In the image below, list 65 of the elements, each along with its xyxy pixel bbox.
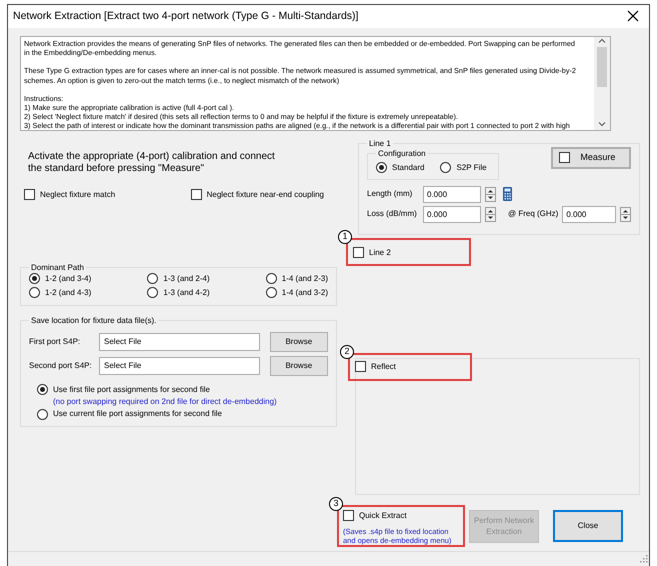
radio-label: 1-2 (and 4-3) [45, 286, 92, 299]
field-label: Length (mm) [367, 188, 414, 200]
spinner-button[interactable] [485, 206, 496, 222]
radio-button[interactable] [376, 162, 387, 174]
measure-button[interactable]: Measure [551, 146, 632, 169]
radio-label: Use first file port assignments for second file [53, 384, 210, 396]
file-path-field[interactable]: Select File [99, 356, 260, 375]
checkbox[interactable] [353, 247, 364, 258]
field-label: @ Freq (GHz) [508, 208, 558, 220]
radio-button[interactable] [147, 273, 158, 284]
field-label: Loss (dB/mm) [367, 208, 418, 220]
radio-label: 1-4 (and 2-3) [282, 272, 328, 285]
radio-label: S2P File [456, 162, 487, 174]
checkbox[interactable] [355, 361, 366, 372]
group-label: Dominant Path [30, 262, 85, 273]
checkbox[interactable] [343, 510, 354, 522]
group-label: Save location for fixture data file(s). [30, 316, 158, 326]
radio-label: Standard [392, 162, 424, 174]
radio-label: 1-4 (and 3-2) [282, 286, 328, 299]
checkbox[interactable] [559, 152, 570, 164]
instruction-text: Activate the appropriate (4-port) calibration and connect the standard before pressing "Measure" [28, 150, 276, 175]
resize-grip-icon[interactable] [640, 554, 648, 563]
radio-button[interactable] [37, 408, 48, 420]
checkbox[interactable] [190, 189, 202, 200]
radio-button[interactable] [29, 287, 40, 298]
checkbox-label: Reflect [371, 360, 396, 373]
radio-label: 1-3 (and 4-2) [163, 286, 210, 299]
radio-label: Use current file port assignments for second file [53, 408, 222, 420]
callout-number: 1 [338, 230, 352, 244]
scrollbar[interactable] [594, 36, 610, 130]
radio-button[interactable] [266, 273, 277, 284]
field-label: First port S4P: [29, 336, 82, 348]
scroll-down-icon[interactable] [598, 120, 606, 128]
window-title: Network Extraction [Extract two 4-port network (Type G - Multi-Standards)] [13, 8, 358, 24]
spinner-button[interactable] [485, 186, 496, 202]
checkbox-label: Neglect fixture near-end coupling [206, 188, 324, 201]
radio-button[interactable] [440, 162, 452, 174]
close-icon[interactable] [627, 10, 639, 22]
radio-button[interactable] [37, 384, 48, 396]
number-field[interactable]: 0.000 [423, 186, 481, 203]
radio-button[interactable] [29, 273, 40, 284]
field-label: Second port S4P: [29, 360, 93, 372]
close-button[interactable]: Close [553, 510, 623, 542]
browse-button[interactable]: Browse [270, 356, 328, 376]
scroll-up-icon[interactable] [598, 36, 606, 45]
scroll-thumb[interactable] [597, 46, 607, 87]
callout-number: 2 [340, 344, 354, 359]
radio-label: 1-3 (and 2-4) [163, 272, 210, 285]
checkbox-label: Neglect fixture match [40, 188, 116, 201]
browse-button[interactable]: Browse [270, 332, 328, 352]
checkbox-label: Quick Extract [359, 510, 407, 522]
note-text: (no port swapping required on 2nd file for direct de-embedding) [53, 396, 278, 408]
file-path-field[interactable]: Select File [99, 332, 260, 351]
radio-button[interactable] [147, 287, 158, 298]
group-label: Configuration [377, 148, 427, 159]
calculator-icon[interactable] [503, 187, 512, 202]
checkbox[interactable] [24, 189, 35, 200]
number-field[interactable]: 0.000 [562, 206, 616, 223]
radio-button[interactable] [266, 287, 277, 298]
checkbox-label: Line 2 [369, 246, 391, 259]
group-label: Line 1 [368, 138, 392, 149]
radio-label: 1-2 (and 3-4) [45, 272, 92, 285]
number-field[interactable]: 0.000 [423, 206, 481, 223]
callout-number: 3 [329, 496, 343, 511]
spinner-button[interactable] [620, 206, 632, 222]
